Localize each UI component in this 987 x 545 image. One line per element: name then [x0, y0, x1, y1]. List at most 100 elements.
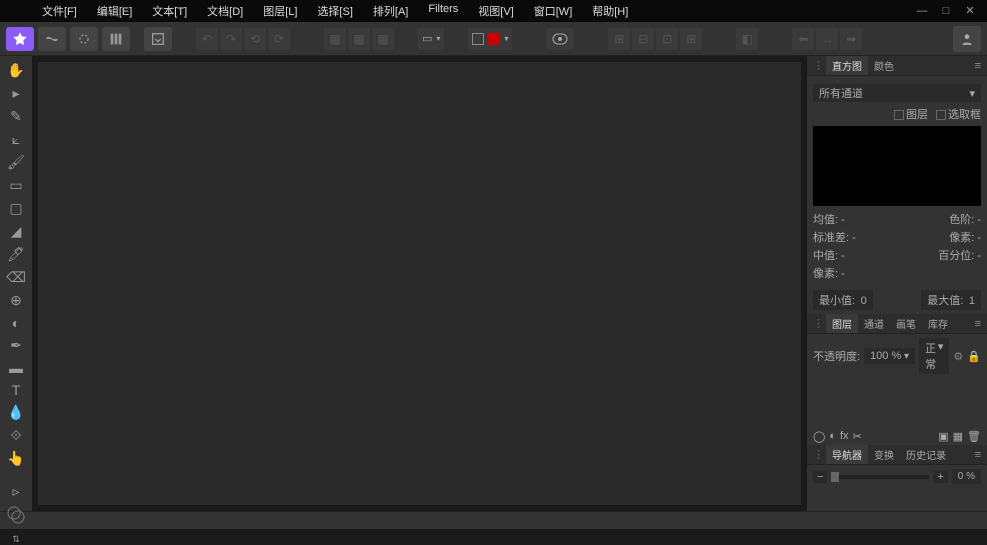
group-icon[interactable]: ▣ [938, 430, 948, 443]
close-button[interactable]: ✕ [963, 4, 977, 18]
color-picker-tool[interactable]: ✎ [6, 108, 26, 125]
tab-layers[interactable]: 图层 [826, 314, 858, 333]
tab-channels[interactable]: 通道 [858, 314, 890, 333]
erase-tool[interactable]: ⌫ [6, 269, 26, 286]
clone-tool[interactable]: ⊕ [6, 292, 26, 309]
fx-gear-icon[interactable]: ⚙ [953, 350, 963, 363]
maximize-button[interactable]: □ [939, 4, 953, 18]
move-tool[interactable]: ▸ [6, 85, 26, 102]
fx-icon[interactable]: fx [840, 430, 849, 443]
opacity-field[interactable]: 100 % ▾ [864, 348, 915, 364]
tab-history[interactable]: 历史记录 [900, 445, 952, 464]
swap-colors[interactable]: ⇅ [6, 534, 26, 545]
blur-tool[interactable]: 💧 [6, 404, 26, 421]
account-button[interactable] [953, 26, 981, 52]
crop-tool[interactable]: ⟀ [6, 131, 26, 148]
crop-layer-icon[interactable]: ✂ [853, 430, 862, 443]
selection-mode[interactable]: ▾ [468, 28, 512, 50]
max-field[interactable]: 最大值: 1 [921, 290, 981, 310]
menu-edit[interactable]: 编辑[E] [87, 0, 142, 23]
menu-arrange[interactable]: 排列[A] [363, 0, 418, 23]
tab-color[interactable]: 颜色 [868, 56, 900, 75]
adjust-layer-icon[interactable]: ◐ [829, 430, 836, 443]
zoom-out-button[interactable]: − [813, 471, 827, 483]
layers-menu-button[interactable]: ≡ [975, 318, 981, 330]
layers-list[interactable] [807, 378, 987, 428]
undo-button[interactable]: ↶ [196, 28, 218, 50]
tab-brushes[interactable]: 画笔 [890, 314, 922, 333]
canvas-area[interactable] [38, 62, 801, 505]
menu-window[interactable]: 窗口[W] [524, 0, 583, 23]
flood-tool[interactable]: ▢ [6, 200, 26, 217]
arrange-3[interactable]: ▦ [372, 28, 394, 50]
mesh-tool[interactable]: ⟐ [6, 427, 26, 444]
menu-view[interactable]: 视图[V] [468, 0, 523, 23]
delete-layer-icon[interactable]: 🗑 [967, 430, 981, 443]
chk-layer[interactable]: 图层 [894, 106, 928, 122]
menu-select[interactable]: 选择[S] [307, 0, 362, 23]
shape-tool[interactable]: ▬ [6, 360, 26, 376]
gradient-tool[interactable]: ◢ [6, 223, 26, 240]
export-persona-button[interactable] [144, 27, 172, 51]
navigator-menu-button[interactable]: ≡ [975, 449, 981, 461]
hand-tool[interactable]: ✋ [6, 62, 26, 79]
snap-3[interactable]: ⊡ [656, 28, 678, 50]
pen-tool[interactable]: ✒ [6, 337, 26, 354]
more-tools[interactable]: ▹ [6, 483, 26, 500]
main-area: ✋ ▸ ✎ ⟀ 🖌 ▭ ▢ ◢ 🖊 ⌫ ⊕ ◐ ✒ ▬ T 💧 ⟐ 👆 ▹ ⇅ … [0, 56, 987, 511]
snap-1[interactable]: ⊞ [608, 28, 630, 50]
smudge-tool[interactable]: 👆 [6, 450, 26, 467]
align-1[interactable]: ⬅ [792, 28, 814, 50]
mask-layer-icon[interactable]: ◯ [813, 430, 825, 443]
minimize-button[interactable]: — [915, 4, 929, 18]
slider-thumb[interactable] [831, 472, 839, 482]
arrange-1[interactable]: ▦ [324, 28, 346, 50]
blend-mode-dropdown[interactable]: 正常▾ [919, 338, 949, 374]
paint-brush-tool[interactable]: 🖊 [6, 246, 26, 263]
order-dropdown[interactable]: ▭▾ [418, 28, 444, 50]
align-3[interactable]: ➡ [840, 28, 862, 50]
text-tool[interactable]: T [6, 382, 26, 398]
zoom-value[interactable]: 0 % [952, 469, 981, 484]
rotate-cw-button[interactable]: ⟳ [268, 28, 290, 50]
color-swatch[interactable] [6, 506, 26, 524]
menu-document[interactable]: 文档[D] [197, 0, 253, 23]
zoom-slider[interactable] [831, 475, 929, 479]
dodge-tool[interactable]: ◐ [6, 315, 26, 331]
menu-help[interactable]: 帮助[H] [582, 0, 638, 23]
snap-2[interactable]: ⊟ [632, 28, 654, 50]
tab-transform[interactable]: 变换 [868, 445, 900, 464]
selection-brush-tool[interactable]: 🖌 [6, 154, 26, 171]
tab-stock[interactable]: 库存 [922, 314, 954, 333]
photo-persona-button[interactable] [6, 27, 34, 51]
menu-text[interactable]: 文本[T] [142, 0, 197, 23]
lock-icon[interactable]: 🔒 [967, 350, 981, 363]
marquee-tool[interactable]: ▭ [6, 177, 26, 194]
redo-button[interactable]: ↷ [220, 28, 242, 50]
zoom-in-button[interactable]: + [933, 471, 947, 483]
tab-navigator[interactable]: 导航器 [826, 445, 868, 464]
channel-dropdown[interactable]: 所有通道▾ [813, 84, 981, 102]
stat-std: 标准差: -像素: - [813, 228, 981, 246]
quick-mask-button[interactable] [546, 28, 574, 50]
mask-icon [552, 33, 568, 45]
chk-selection[interactable]: 选取框 [936, 106, 981, 122]
menu-layer[interactable]: 图层[L] [253, 0, 307, 23]
panel-grip-icon: ⋮ [813, 317, 824, 330]
tab-histogram[interactable]: 直方图 [826, 56, 868, 75]
tone-persona-button[interactable] [102, 27, 130, 51]
snap-4[interactable]: ⊞ [680, 28, 702, 50]
liquify-persona-button[interactable] [38, 27, 66, 51]
menu-file[interactable]: 文件[F] [32, 0, 87, 23]
assist-1[interactable]: ◧ [736, 28, 758, 50]
develop-persona-button[interactable] [70, 27, 98, 51]
align-2[interactable]: ↔ [816, 28, 838, 50]
histogram-preview [813, 126, 981, 206]
chevron-down-icon: ▾ [969, 87, 975, 100]
add-layer-icon[interactable]: ▦ [953, 430, 963, 443]
arrange-2[interactable]: ▦ [348, 28, 370, 50]
min-field[interactable]: 最小值: 0 [813, 290, 873, 310]
rotate-ccw-button[interactable]: ⟲ [244, 28, 266, 50]
histogram-menu-button[interactable]: ≡ [975, 60, 981, 72]
menu-filters[interactable]: Filters [418, 0, 468, 23]
